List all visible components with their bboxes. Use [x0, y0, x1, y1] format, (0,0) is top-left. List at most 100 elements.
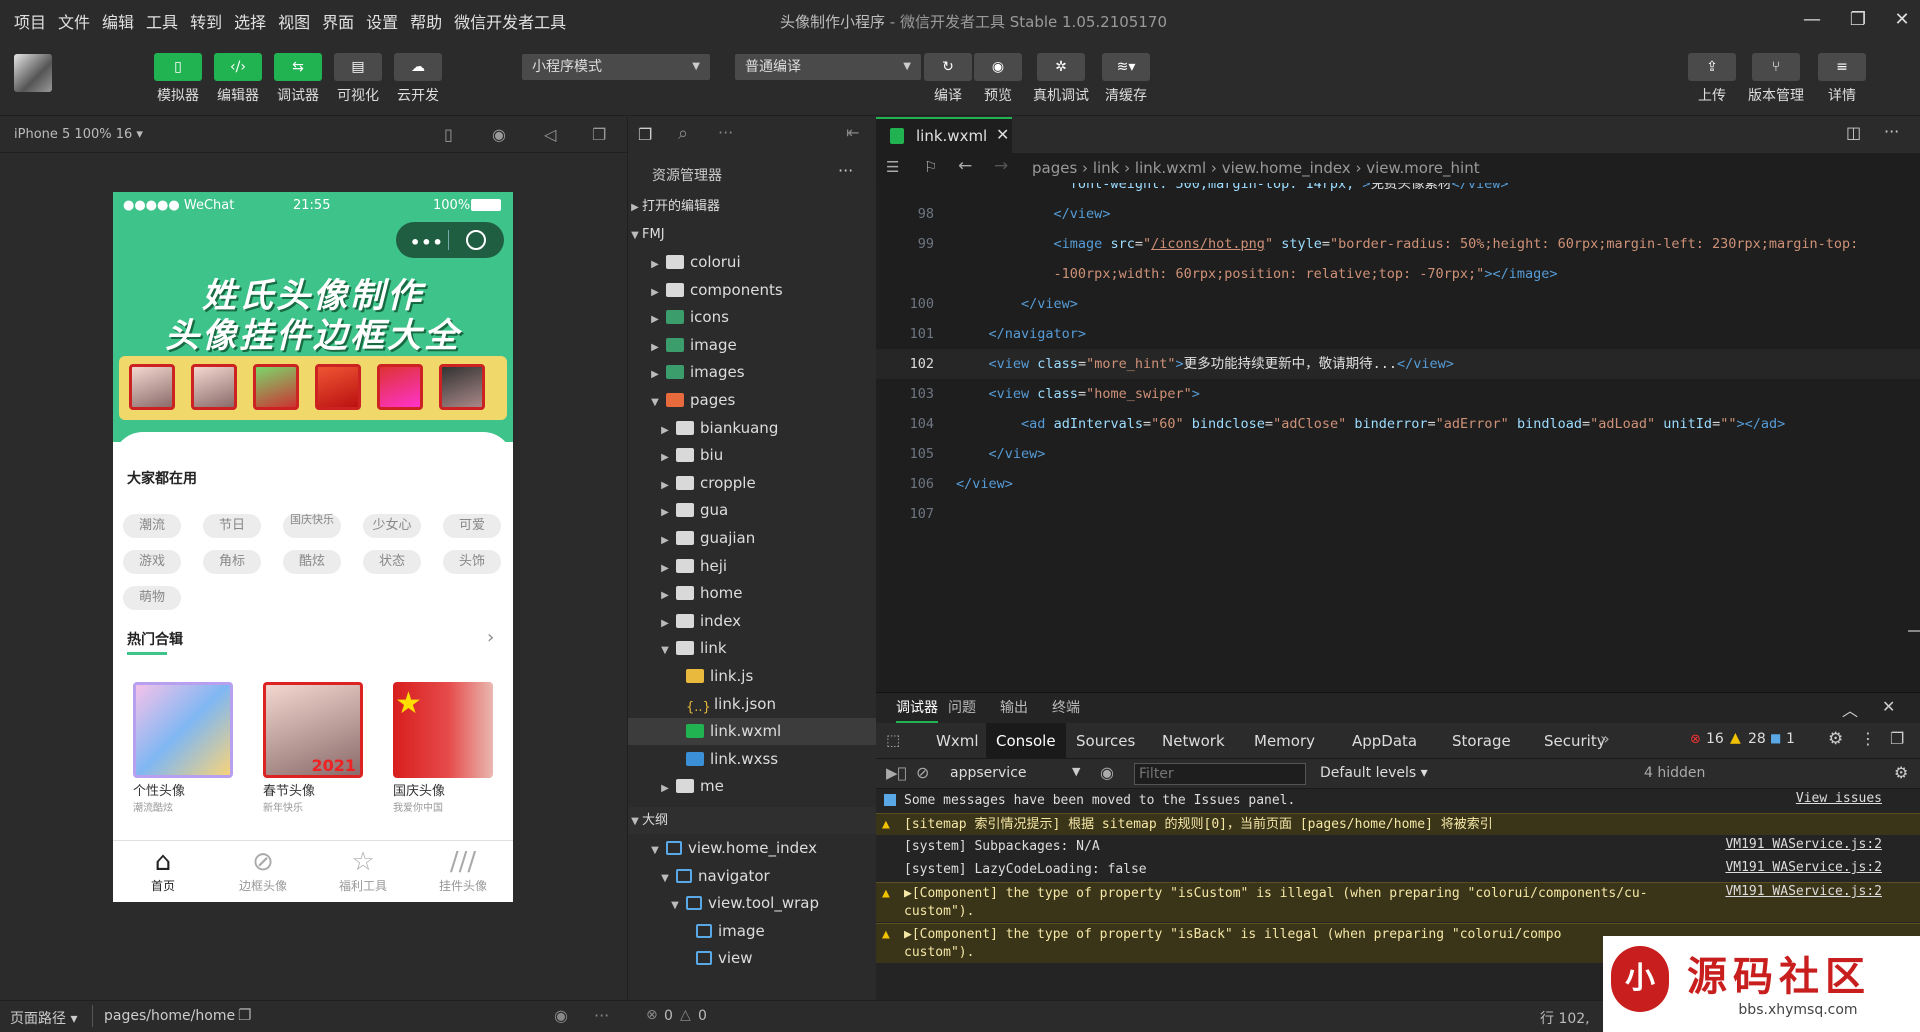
tree-item[interactable]: ▶ colorui: [628, 249, 877, 276]
banner-thumb[interactable]: [439, 364, 485, 410]
simulator-button[interactable]: ▯ 模拟器: [154, 53, 202, 105]
devtools-tab[interactable]: Sources: [1076, 723, 1135, 759]
chevron-down-icon[interactable]: ▼: [1072, 765, 1080, 778]
dock-icon[interactable]: ❐: [1890, 729, 1904, 748]
outline-item[interactable]: image: [628, 918, 877, 945]
tree-item[interactable]: link.js: [628, 663, 877, 690]
visual-button[interactable]: ▤ 可视化: [334, 53, 382, 105]
tab-tools[interactable]: ☆ 福利工具: [313, 847, 413, 894]
devtools-tab[interactable]: Security: [1544, 723, 1606, 759]
back-icon[interactable]: ←: [958, 156, 972, 176]
editor-button[interactable]: ‹/› 编辑器: [214, 53, 262, 105]
status-errors[interactable]: 0: [664, 1008, 673, 1024]
mode-select[interactable]: 小程序模式 ▼: [522, 54, 710, 80]
tree-item[interactable]: ▶ gua: [628, 497, 877, 524]
tree-item[interactable]: ▶ biu: [628, 442, 877, 469]
gear-icon[interactable]: ⚙: [1894, 763, 1908, 782]
eye-icon[interactable]: ◉: [1100, 763, 1114, 782]
chevron-up-icon[interactable]: ︿: [1842, 697, 1858, 721]
more-icon[interactable]: •••: [410, 233, 444, 252]
tab-frame[interactable]: ⊘ 边框头像: [213, 847, 313, 894]
maximize-icon[interactable]: ❐: [1842, 6, 1874, 34]
menu-item[interactable]: 工具: [146, 9, 178, 33]
chevron-right-icon[interactable]: ›: [487, 627, 494, 648]
forward-icon[interactable]: →: [994, 156, 1008, 176]
devtools-top-tab[interactable]: 终端: [1052, 693, 1080, 723]
window-icon[interactable]: ❐: [592, 125, 606, 144]
code-line[interactable]: 99 <image src="/icons/hot.png" style="bo…: [876, 229, 1920, 259]
devtools-tab[interactable]: Wxml: [936, 723, 979, 759]
close-capsule-icon[interactable]: [466, 230, 486, 250]
context-select[interactable]: appservice: [950, 765, 1027, 781]
tree-item[interactable]: ▶ heji: [628, 553, 877, 580]
clear-console-icon[interactable]: ⊘: [916, 763, 929, 782]
tag-item[interactable]: 少女心: [363, 514, 421, 538]
devtools-tab[interactable]: Memory: [1254, 723, 1315, 759]
filter-input[interactable]: [1134, 763, 1306, 785]
console-message[interactable]: [system] LazyCodeLoading: false VM191 WAS…: [876, 859, 1920, 881]
phone-icon[interactable]: ▯: [444, 125, 453, 144]
devtools-tab[interactable]: AppData: [1352, 723, 1417, 759]
preview-button[interactable]: ◉ 预览: [974, 53, 1022, 105]
tree-item[interactable]: ▼ link: [628, 635, 877, 662]
code-line[interactable]: 105 </view>: [876, 439, 1920, 469]
error-count[interactable]: 16: [1706, 731, 1724, 747]
card-item[interactable]: ★ 国庆头像 我爱你中国: [393, 682, 493, 814]
devtools-top-tab[interactable]: 输出: [1000, 693, 1028, 723]
more-icon[interactable]: ···: [838, 161, 853, 180]
close-icon[interactable]: ✕: [1882, 697, 1895, 716]
menu-item[interactable]: 编辑: [102, 9, 134, 33]
tree-item[interactable]: ▶ images: [628, 359, 877, 386]
tag-item[interactable]: 萌物: [123, 586, 181, 610]
message-source-link[interactable]: VM191 WAService.js:2: [1725, 859, 1882, 877]
tree-item[interactable]: ▼ pages: [628, 387, 877, 414]
outline-section[interactable]: ▼ 大纲: [628, 807, 877, 834]
menu-item[interactable]: 选择: [234, 9, 266, 33]
list-icon[interactable]: ☰: [886, 158, 899, 176]
open-editors-section[interactable]: ▶ 打开的编辑器: [628, 193, 877, 220]
avatar[interactable]: [14, 54, 52, 92]
close-icon[interactable]: ✕: [1886, 6, 1918, 34]
code-line[interactable]: font-weight: 500;margin-top: 14rpx;">免费头…: [876, 183, 1920, 199]
tree-item[interactable]: ▶ guajian: [628, 525, 877, 552]
tree-item[interactable]: ▶ icons: [628, 304, 877, 331]
banner-thumb[interactable]: [129, 364, 175, 410]
tree-item[interactable]: ▶ me: [628, 773, 877, 800]
menu-item[interactable]: 文件: [58, 9, 90, 33]
tree-item[interactable]: link.wxml: [628, 718, 877, 746]
collapse-icon[interactable]: ⇤: [846, 123, 859, 142]
files-icon[interactable]: ❐: [638, 125, 652, 144]
minimize-icon[interactable]: —: [1796, 6, 1828, 34]
breadcrumb-item[interactable]: view.home_index: [1222, 159, 1351, 177]
console-message[interactable]: [system] Subpackages: N/A VM191 WAService…: [876, 836, 1920, 858]
tab-pendant[interactable]: /// 挂件头像: [413, 847, 513, 894]
tree-item[interactable]: ▶ index: [628, 608, 877, 635]
breadcrumb-item[interactable]: view.more_hint: [1366, 159, 1479, 177]
devtools-top-tab[interactable]: 问题: [948, 693, 976, 723]
tag-item[interactable]: 节日: [203, 514, 261, 538]
upload-button[interactable]: ⇪ 上传: [1688, 53, 1736, 105]
devtools-tab[interactable]: Storage: [1452, 723, 1511, 759]
tag-item[interactable]: 状态: [363, 550, 421, 574]
scroll-marker[interactable]: [1908, 630, 1920, 632]
status-warnings[interactable]: 0: [698, 1008, 707, 1024]
device-select[interactable]: iPhone 5 100% 16 ▾: [14, 127, 143, 142]
message-source-link[interactable]: View issues: [1796, 790, 1882, 808]
menu-item[interactable]: 视图: [278, 9, 310, 33]
more-tabs-icon[interactable]: »: [1600, 729, 1610, 748]
search-icon[interactable]: ⌕: [678, 123, 688, 144]
cloud-button[interactable]: ☁ 云开发: [394, 53, 442, 105]
sidebar-toggle-icon[interactable]: ▶⃞: [886, 764, 907, 782]
eye-icon[interactable]: ◉: [554, 1006, 568, 1025]
tree-item[interactable]: {..} link.json: [628, 691, 877, 718]
editor-tab[interactable]: link.wxml ✕: [876, 117, 1012, 153]
banner-thumb[interactable]: [377, 364, 423, 410]
real-debug-button[interactable]: ✲ 真机调试: [1033, 53, 1089, 105]
info-count[interactable]: 1: [1786, 731, 1795, 747]
gear-icon[interactable]: ⚙: [1828, 729, 1843, 749]
menu-item[interactable]: 转到: [190, 9, 222, 33]
more-icon[interactable]: ···: [1884, 122, 1899, 141]
console-message[interactable]: ▲ [sitemap 索引情况提示] 根据 sitemap 的规则[0]，当前页面…: [876, 813, 1920, 835]
message-source-link[interactable]: VM191 WAService.js:2: [1725, 836, 1882, 854]
menu-item[interactable]: 设置: [366, 9, 398, 33]
